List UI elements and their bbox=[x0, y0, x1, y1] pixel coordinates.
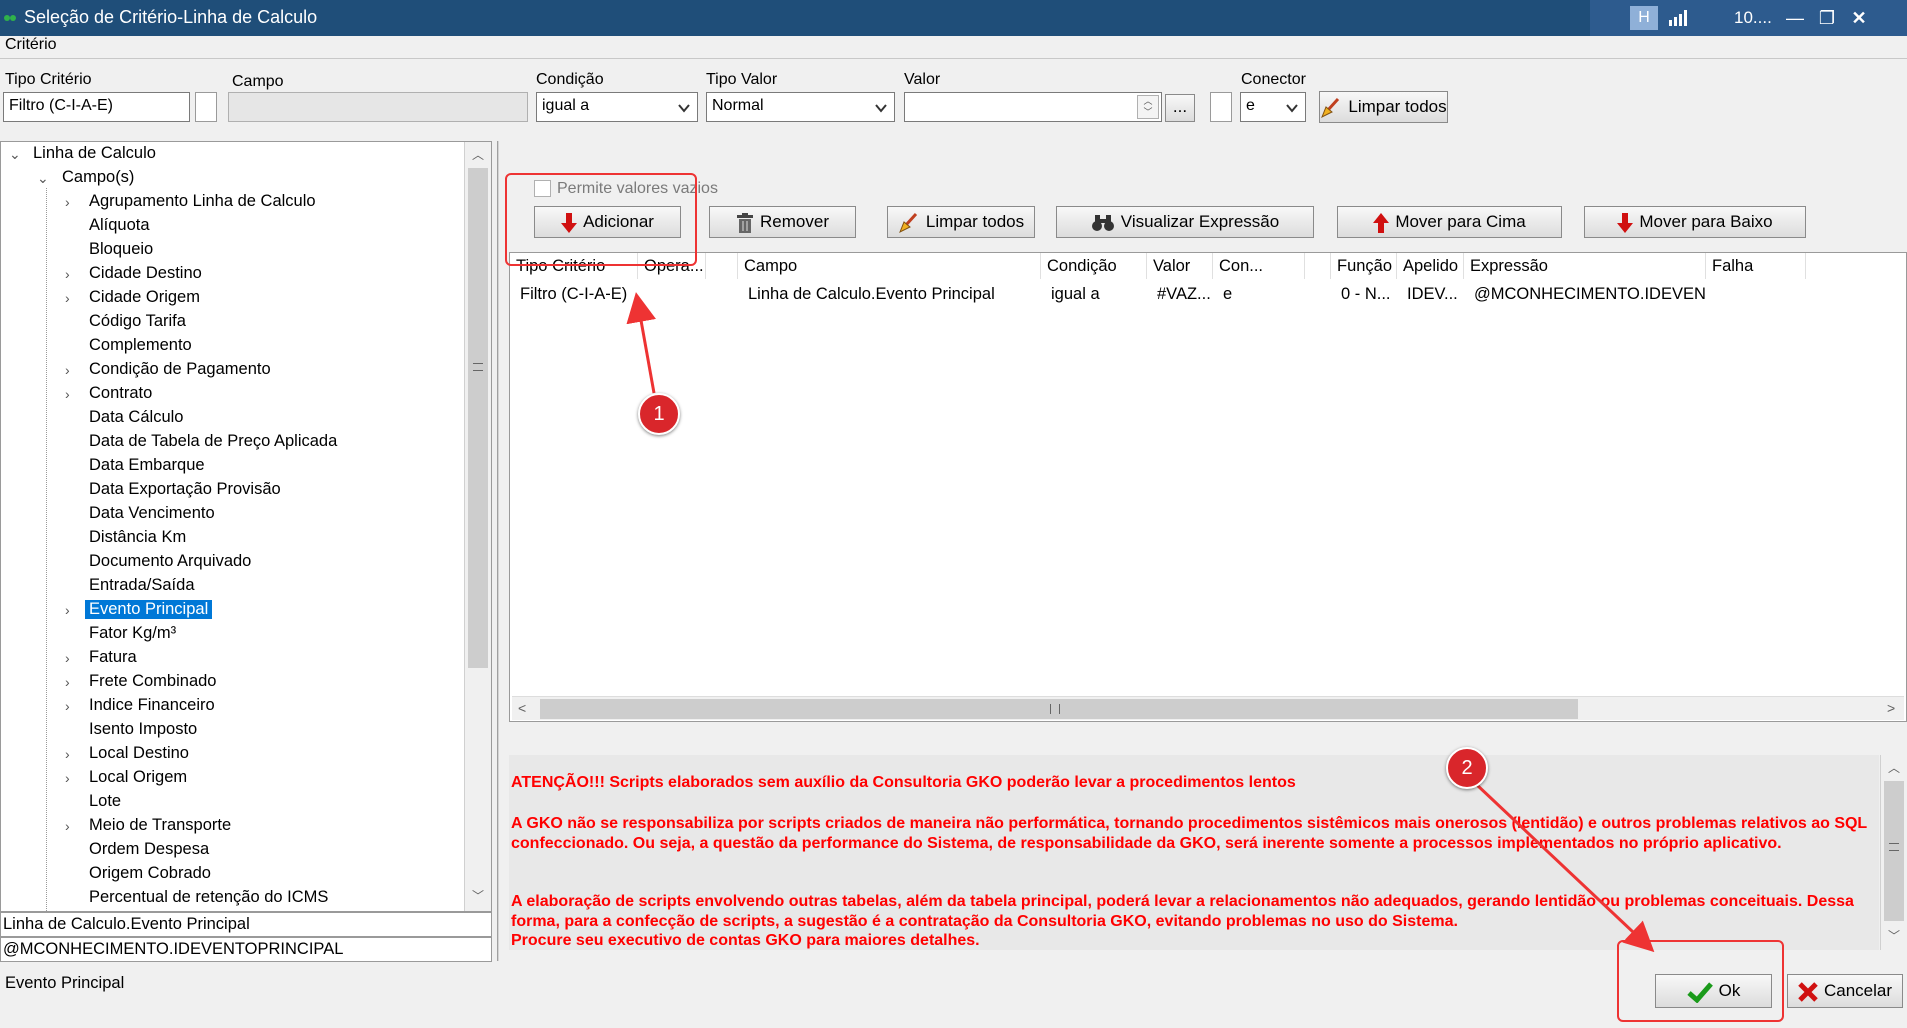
annotation-badge-2: 2 bbox=[1446, 747, 1488, 789]
annotation-arrows bbox=[626, 292, 1655, 953]
annotation-badge-1: 1 bbox=[638, 393, 680, 435]
